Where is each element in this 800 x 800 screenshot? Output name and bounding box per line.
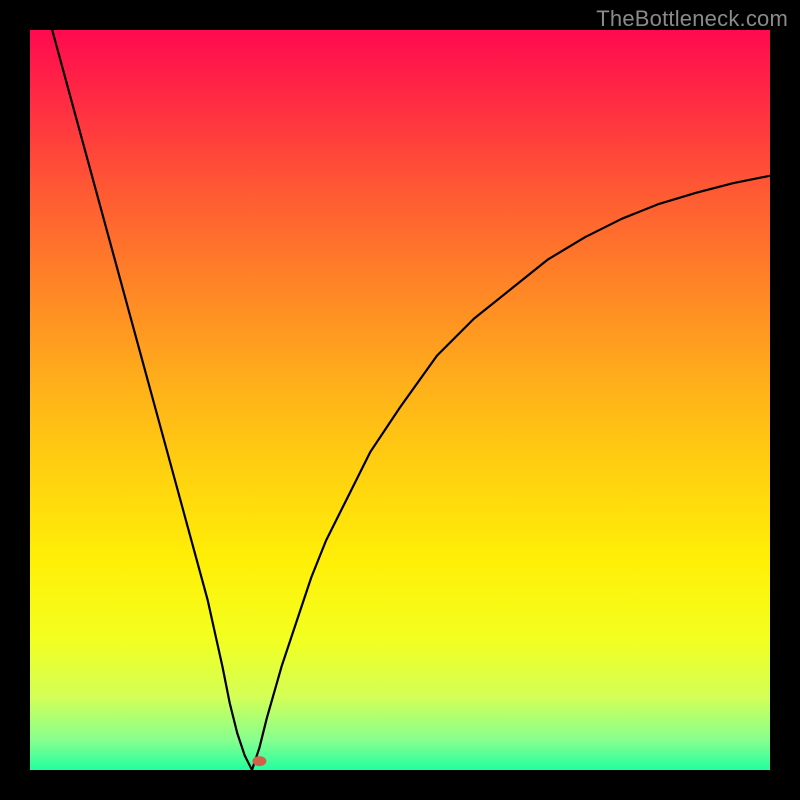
plot-background xyxy=(30,30,770,770)
curve-minimum-marker xyxy=(252,756,266,766)
chart-stage: TheBottleneck.com xyxy=(0,0,800,800)
watermark-label: TheBottleneck.com xyxy=(596,6,788,32)
plot-area xyxy=(30,30,770,770)
plot-svg xyxy=(30,30,770,770)
